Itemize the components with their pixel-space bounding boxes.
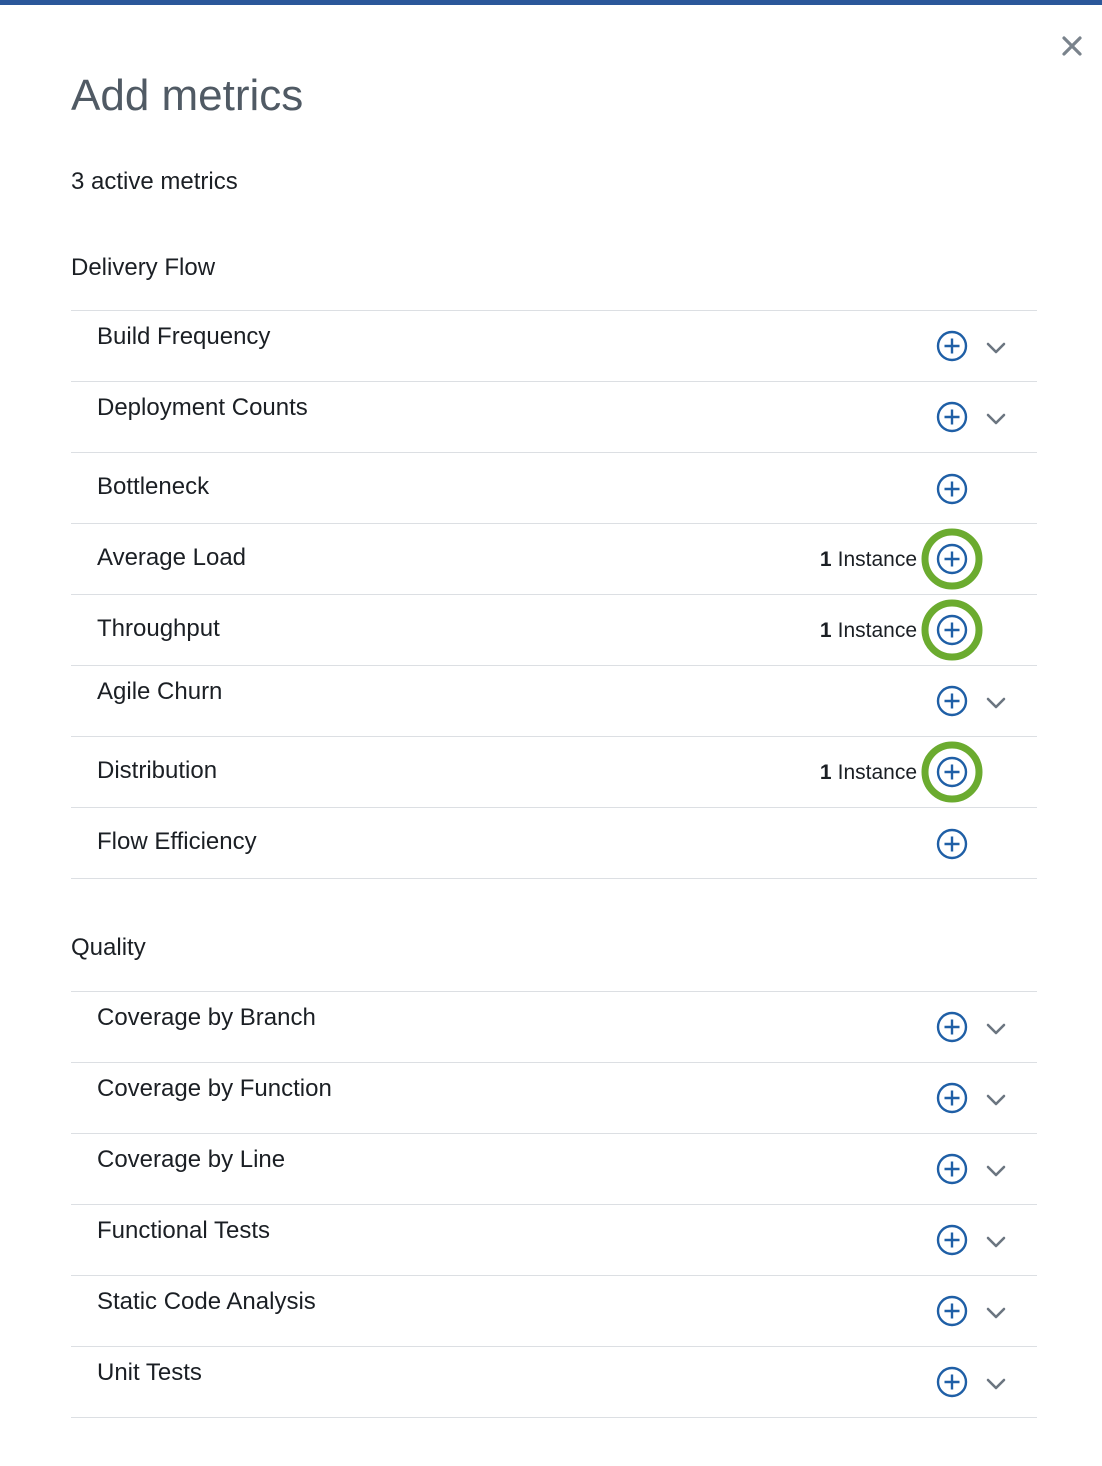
add-metric-button[interactable] [935,684,969,718]
metric-row-average-load: Average Load 1 Instance [71,523,1037,594]
plus-circle-icon [921,528,983,590]
expand-metric-button[interactable] [985,1373,1007,1395]
add-metric-button[interactable] [935,1010,969,1044]
metric-row-distribution: Distribution 1 Instance [71,736,1037,807]
expand-metric-button[interactable] [985,692,1007,714]
quality-metric-list: Coverage by Branch Coverage by Function … [71,991,1037,1418]
metric-row-flow-efficiency: Flow Efficiency [71,807,1037,879]
metric-label: Coverage by Branch [97,1004,316,1031]
plus-circle-icon [936,685,968,717]
metric-label: Static Code Analysis [97,1288,316,1315]
section-title-delivery-flow: Delivery Flow [71,254,216,281]
metric-row-coverage-by-line: Coverage by Line [71,1133,1037,1204]
add-metric-button[interactable] [935,827,969,861]
plus-circle-icon [921,741,983,803]
dialog-title: Add metrics [71,71,304,120]
add-metric-button-active[interactable] [921,599,983,661]
plus-circle-icon [936,473,968,505]
add-metric-button[interactable] [935,1365,969,1399]
expand-metric-button[interactable] [985,1160,1007,1182]
expand-metric-button[interactable] [985,1231,1007,1253]
chevron-down-icon [986,1307,1006,1319]
delivery-flow-metric-list: Build Frequency Deployment Counts Bottle… [71,310,1037,879]
metric-row-bottleneck: Bottleneck [71,452,1037,523]
add-metric-button[interactable] [935,472,969,506]
metric-label: Agile Churn [97,678,223,705]
metric-row-static-code-analysis: Static Code Analysis [71,1275,1037,1346]
add-metric-button[interactable] [935,400,969,434]
metric-label: Bottleneck [97,473,210,500]
expand-metric-button[interactable] [985,408,1007,430]
chevron-down-icon [986,697,1006,709]
chevron-down-icon [986,413,1006,425]
metric-label: Build Frequency [97,323,271,350]
instance-count: 1 Instance [819,619,917,642]
plus-circle-icon [936,828,968,860]
metric-row-throughput: Throughput 1 Instance [71,594,1037,665]
metric-label: Deployment Counts [97,394,308,421]
chevron-down-icon [986,1094,1006,1106]
metric-label: Flow Efficiency [97,828,257,855]
add-metric-button[interactable] [935,1223,969,1257]
metric-label: Functional Tests [97,1217,270,1244]
metric-row-agile-churn: Agile Churn [71,665,1037,736]
plus-circle-icon [936,1011,968,1043]
plus-circle-icon [936,1224,968,1256]
expand-metric-button[interactable] [985,1089,1007,1111]
plus-circle-icon [921,599,983,661]
add-metric-button-active[interactable] [921,741,983,803]
metric-label: Throughput [97,615,220,642]
metric-row-deployment-counts: Deployment Counts [71,381,1037,452]
chevron-down-icon [986,1378,1006,1390]
metric-row-coverage-by-function: Coverage by Function [71,1062,1037,1133]
add-metric-button[interactable] [935,1294,969,1328]
metric-label: Coverage by Line [97,1146,286,1173]
instance-count: 1 Instance [819,761,917,784]
active-metrics-count: 3 active metrics [71,168,238,195]
plus-circle-icon [936,330,968,362]
metric-label: Distribution [97,757,218,784]
instance-count: 1 Instance [819,548,917,571]
chevron-down-icon [986,1165,1006,1177]
chevron-down-icon [986,342,1006,354]
metric-row-build-frequency: Build Frequency [71,310,1037,381]
section-title-quality: Quality [71,934,146,961]
plus-circle-icon [936,1153,968,1185]
expand-metric-button[interactable] [985,1302,1007,1324]
add-metric-button[interactable] [935,329,969,363]
metric-row-coverage-by-branch: Coverage by Branch [71,991,1037,1062]
dialog-top-accent-bar [0,0,1102,5]
plus-circle-icon [936,1082,968,1114]
expand-metric-button[interactable] [985,337,1007,359]
metric-label: Average Load [97,544,247,571]
close-button[interactable] [1058,32,1086,60]
chevron-down-icon [986,1023,1006,1035]
chevron-down-icon [986,1236,1006,1248]
add-metric-button-active[interactable] [921,528,983,590]
plus-circle-icon [936,1366,968,1398]
expand-metric-button[interactable] [985,1018,1007,1040]
close-icon [1062,36,1082,56]
add-metric-button[interactable] [935,1152,969,1186]
metric-row-functional-tests: Functional Tests [71,1204,1037,1275]
plus-circle-icon [936,1295,968,1327]
plus-circle-icon [936,401,968,433]
metric-label: Unit Tests [97,1359,202,1386]
metric-label: Coverage by Function [97,1075,332,1102]
add-metric-button[interactable] [935,1081,969,1115]
metric-row-unit-tests: Unit Tests [71,1346,1037,1418]
